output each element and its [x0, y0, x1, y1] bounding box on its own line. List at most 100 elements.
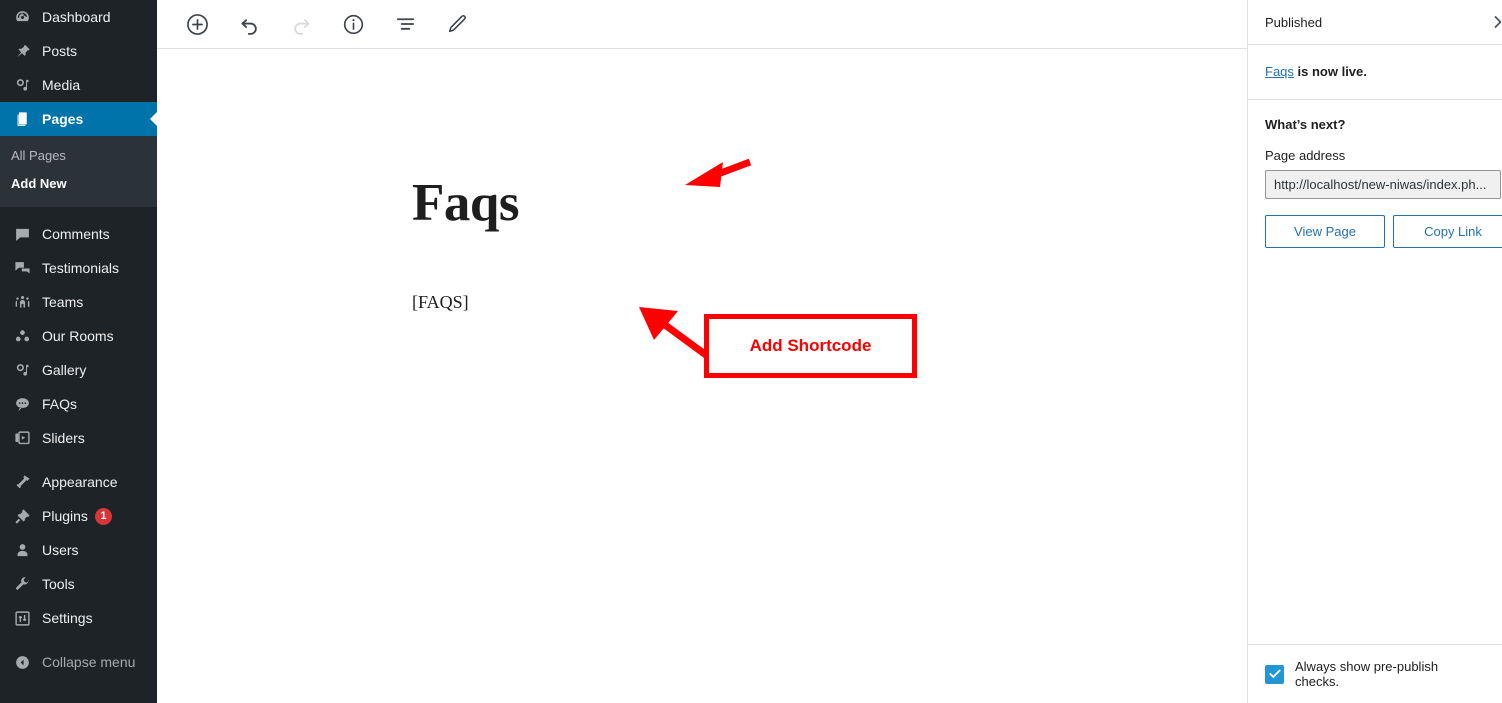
pages-icon — [11, 109, 33, 129]
sidebar-item-testimonials[interactable]: Testimonials — [0, 251, 157, 285]
sidebar-item-label: Teams — [42, 294, 84, 310]
publish-panel-header: Published — [1248, 0, 1502, 45]
sidebar-item-comments[interactable]: Comments — [0, 217, 157, 251]
sidebar-item-label: Plugins — [42, 508, 88, 524]
sidebar-item-our-rooms[interactable]: Our Rooms — [0, 319, 157, 353]
sidebar-item-label: Settings — [42, 610, 93, 626]
collapse-icon — [11, 652, 33, 672]
sidebar-item-label: Appearance — [42, 474, 118, 490]
sidebar-item-label: FAQs — [42, 396, 78, 412]
whats-next-section: What’s next? Page address http://localho… — [1248, 100, 1502, 248]
post-title[interactable]: Faqs — [412, 174, 519, 232]
sidebar-item-label: Collapse menu — [42, 654, 136, 670]
copy-link-button[interactable]: Copy Link — [1393, 214, 1502, 248]
panel-spacer — [1248, 248, 1502, 645]
view-page-button[interactable]: View Page — [1265, 214, 1385, 248]
sidebar-item-label: Gallery — [42, 362, 87, 378]
sidebar-item-label: Posts — [42, 43, 78, 59]
sidebar-item-settings[interactable]: Settings — [0, 601, 157, 635]
publish-panel: Published Faqs is now live. What’s next?… — [1247, 0, 1502, 703]
redo-button — [283, 6, 319, 42]
edit-mode-button[interactable] — [439, 6, 475, 42]
faqs-icon — [11, 394, 33, 414]
users-icon — [11, 540, 33, 560]
pencil-icon — [446, 13, 468, 35]
sidebar-separator — [0, 635, 157, 645]
sidebar-item-plugins[interactable]: Plugins 1 — [0, 499, 157, 533]
admin-sidebar: Dashboard Posts Media Pages All Pages Add New… — [0, 0, 157, 703]
annotation-arrows — [639, 158, 752, 358]
details-button[interactable] — [335, 6, 371, 42]
redo-icon — [290, 13, 313, 36]
sliders-icon — [11, 428, 33, 448]
sidebar-separator — [0, 207, 157, 217]
appearance-icon — [11, 472, 33, 492]
page-address-input[interactable]: http://localhost/new-niwas/index.ph... — [1265, 169, 1501, 199]
info-icon — [342, 13, 365, 36]
rooms-icon — [11, 326, 33, 346]
check-icon — [1268, 669, 1281, 678]
sidebar-item-label: Comments — [42, 226, 110, 242]
sidebar-item-label: Tools — [42, 576, 75, 592]
publish-live-suffix: is now live. — [1293, 64, 1367, 79]
sidebar-item-media[interactable]: Media — [0, 68, 157, 102]
teams-icon — [11, 292, 33, 312]
testimonials-icon — [11, 258, 33, 278]
chevron-right-icon[interactable] — [1486, 10, 1502, 34]
sidebar-item-tools[interactable]: Tools — [0, 567, 157, 601]
undo-icon — [238, 13, 261, 36]
sidebar-item-label: Testimonials — [42, 260, 120, 276]
sidebar-item-label: Our Rooms — [42, 328, 114, 344]
sidebar-item-label: Media — [42, 77, 81, 93]
arrow-to-shortcode-icon — [639, 307, 709, 358]
sidebar-item-label: Dashboard — [42, 9, 111, 25]
publish-live-message: Faqs is now live. — [1248, 45, 1502, 100]
sidebar-item-label: Sliders — [42, 430, 85, 446]
editor-region: Faqs [FAQS] Add Shortcode — [157, 0, 1247, 703]
sidebar-separator — [0, 455, 157, 465]
sidebar-item-label: Users — [42, 542, 79, 558]
pin-icon — [11, 41, 33, 61]
sidebar-item-appearance[interactable]: Appearance — [0, 465, 157, 499]
post-content-shortcode[interactable]: [FAQS] — [412, 289, 469, 316]
sidebar-item-users[interactable]: Users — [0, 533, 157, 567]
settings-icon — [11, 608, 33, 628]
dashboard-icon — [11, 7, 33, 27]
sidebar-item-sliders[interactable]: Sliders — [0, 421, 157, 455]
gallery-icon — [11, 360, 33, 380]
sidebar-item-teams[interactable]: Teams — [0, 285, 157, 319]
list-view-icon — [394, 13, 417, 36]
add-shortcode-callout: Add Shortcode — [704, 314, 917, 378]
media-icon — [11, 75, 33, 95]
sidebar-item-faqs[interactable]: FAQs — [0, 387, 157, 421]
sidebar-item-posts[interactable]: Posts — [0, 34, 157, 68]
plugins-icon — [11, 506, 33, 526]
prepublish-checks-row: Always show pre-publish checks. — [1248, 644, 1502, 703]
arrow-to-title-icon — [685, 158, 752, 187]
whats-next-title: What’s next? — [1265, 116, 1346, 132]
sidebar-item-gallery[interactable]: Gallery — [0, 353, 157, 387]
submenu-item-add-new[interactable]: Add New — [0, 170, 157, 198]
plus-circle-icon — [185, 12, 210, 37]
sidebar-item-collapse-menu[interactable]: Collapse menu — [0, 645, 157, 679]
pages-submenu: All Pages Add New — [0, 136, 157, 207]
sidebar-item-dashboard[interactable]: Dashboard — [0, 0, 157, 34]
comment-icon — [11, 224, 33, 244]
submenu-item-all-pages[interactable]: All Pages — [0, 142, 157, 170]
sidebar-item-badge: 1 — [94, 507, 112, 525]
list-view-button[interactable] — [387, 6, 423, 42]
publish-panel-title: Published — [1265, 14, 1323, 30]
sidebar-item-label: Pages — [42, 111, 84, 127]
prepublish-checkbox-label: Always show pre-publish checks. — [1295, 659, 1439, 689]
undo-button[interactable] — [231, 6, 267, 42]
annotation-overlay: Add Shortcode — [157, 49, 1247, 703]
prepublish-checkbox[interactable] — [1265, 664, 1284, 684]
published-page-link[interactable]: Faqs — [1265, 64, 1294, 79]
publish-actions: View Page Copy Link — [1265, 214, 1502, 248]
page-address-label: Page address — [1265, 147, 1346, 163]
editor-toolbar — [157, 0, 1247, 49]
editor-canvas[interactable]: Faqs [FAQS] Add Shortcode — [157, 49, 1247, 703]
add-block-button[interactable] — [179, 6, 215, 42]
tools-icon — [11, 574, 33, 594]
sidebar-item-pages[interactable]: Pages — [0, 102, 157, 136]
